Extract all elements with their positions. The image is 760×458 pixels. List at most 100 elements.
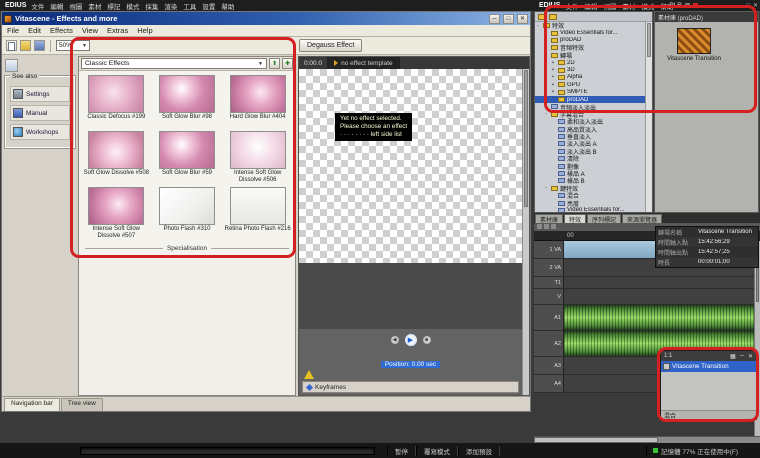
preview-canvas[interactable]: Yet no effect selected.Please choose an … [299,69,522,263]
effect-item[interactable]: Soft Glow Blur #59 [153,131,222,184]
menu-item[interactable]: 素材 [88,1,101,11]
tree-scrollbar[interactable] [645,22,652,212]
see-also-link[interactable]: Workshops [10,124,70,140]
menu-item[interactable]: Extras [107,26,128,35]
stop-button[interactable]: ■ [422,335,432,345]
player-mode-icon[interactable] [685,3,690,8]
tree-item[interactable]: + GPU [535,81,645,88]
timeline-tool-icon[interactable] [537,224,542,229]
minimize-icon[interactable]: ─ [739,3,743,9]
track-header[interactable]: A3 [534,357,564,375]
timeline-tool-icon[interactable] [544,224,549,229]
save-icon[interactable] [34,40,45,51]
menu-item[interactable]: 素材 [622,1,635,11]
favorites-add-button[interactable]: ⬆ [269,58,280,69]
tree-expand-glyph[interactable]: + [550,67,556,73]
effect-thumbnail[interactable] [230,75,286,113]
grid-icon[interactable]: ▦ [730,353,736,360]
folder-up-icon[interactable] [549,14,557,20]
menu-item[interactable]: 採集 [145,1,158,11]
close-icon[interactable]: ✕ [517,14,528,24]
minimize-icon[interactable]: ─ [740,353,744,359]
effect-item[interactable]: Intense Soft Glow Dissolve #507 [82,187,151,240]
tree-item[interactable]: + 2D [535,59,645,66]
menu-item[interactable]: 視圖 [603,1,616,11]
effect-item[interactable]: Soft Glow Dissolve #508 [82,131,151,184]
menu-item[interactable]: View [82,26,98,35]
track-header[interactable]: 1 VA [534,241,564,259]
menu-item[interactable]: 設置 [202,1,215,11]
applied-transition-item[interactable]: Vitascene Transition [661,361,756,372]
tree-item[interactable]: 樣品 B [535,177,645,184]
palette-tab[interactable]: 序列標記 [587,214,621,223]
effect-thumbnail[interactable] [159,131,215,169]
effect-thumbnail[interactable] [159,75,215,113]
tree-item[interactable]: 劃像 [535,162,645,169]
tree-item[interactable]: 混合 [535,192,645,199]
tree-item[interactable]: 音頻淡入淡出 [535,103,645,110]
palette-tab[interactable]: 素材庫 [535,214,563,223]
effect-thumbnail[interactable] [159,187,215,225]
view-tab[interactable]: Navigation bar [4,398,60,411]
menu-item[interactable]: Help [137,26,152,35]
tree-expand-glyph[interactable]: - [543,52,549,58]
new-document-icon[interactable] [6,40,17,51]
tree-item[interactable]: + Alpha [535,74,645,81]
menu-item[interactable]: 編輯 [584,1,597,11]
effect-thumbnail[interactable] [230,187,286,225]
effect-thumbnail[interactable] [230,131,286,169]
tree-expand-glyph[interactable]: - [535,23,541,29]
menu-item[interactable]: 幫助 [221,1,234,11]
menu-item[interactable]: Edit [28,26,41,35]
see-also-link[interactable]: Manual [10,105,70,121]
tree-expand-glyph[interactable]: + [550,60,556,66]
track-content[interactable] [564,305,760,331]
tree-item[interactable]: Video Essentials for... [535,207,645,212]
track-content[interactable] [564,277,760,289]
effect-item[interactable]: Classic Defocus #199 [82,75,151,128]
preview-scrollbar[interactable] [522,69,529,395]
effect-thumbnail[interactable] [88,187,144,225]
recorder-mode-icon[interactable] [693,3,698,8]
menu-item[interactable]: 模式 [641,1,654,11]
tree-expand-glyph[interactable]: + [550,82,556,88]
menu-item[interactable]: 編輯 [50,1,63,11]
tree-expand-glyph[interactable]: + [550,74,556,80]
tree-expand-glyph[interactable]: + [543,45,549,51]
track-header[interactable]: T1 [534,277,564,289]
keyframes-bar[interactable]: Keyframes [302,381,519,393]
track-header[interactable]: A4 [534,375,564,393]
menu-item[interactable]: 工具 [183,1,196,11]
menu-item[interactable]: 標記 [107,1,120,11]
effect-item[interactable]: Retina Photo Flash #216 [223,187,292,240]
maximize-icon[interactable]: □ [746,3,750,9]
vitascene-titlebar[interactable]: Vitascene - Effects and more ─ □ ✕ [2,12,530,25]
tree-item[interactable]: + 音頻特效 [535,44,645,51]
view-tab[interactable]: Tree view [61,398,103,411]
effect-thumbnail[interactable] [88,75,144,113]
tree-item[interactable]: proDAD [535,37,645,44]
previous-frame-button[interactable]: ◀ [390,335,400,345]
effect-item[interactable]: Soft Glow Blur #98 [153,75,222,128]
maximize-icon[interactable]: □ [503,14,514,24]
tree-item[interactable]: 清除 [535,155,645,162]
palette-tab[interactable]: 來源瀏覽器 [622,214,662,223]
category-dropdown[interactable]: Classic Effects ▼ [81,58,267,69]
menu-item[interactable]: 渲染 [164,1,177,11]
open-folder-icon[interactable] [20,40,31,51]
minimize-icon[interactable]: ─ [489,14,500,24]
folder-icon[interactable] [538,14,546,20]
bin-item[interactable]: Vitascene Transition [663,28,725,63]
transition-icon[interactable] [677,28,711,54]
menu-item[interactable]: 視圖 [69,1,82,11]
menu-item[interactable]: Effects [50,26,73,35]
zoom-ratio[interactable]: 1:1 [664,353,672,359]
see-also-link[interactable]: Settings [10,86,70,102]
tree-item[interactable]: + 3D [535,66,645,73]
menu-item[interactable]: 文件 [565,1,578,11]
track-header[interactable]: A2 [534,331,564,357]
zoom-select[interactable]: 50% ▼ [56,40,90,51]
effect-item[interactable]: Intense Soft Glow Dissolve #506 [223,131,292,184]
tree-item[interactable]: 亮度 [535,199,645,206]
tree-expand-glyph[interactable]: + [550,89,556,95]
